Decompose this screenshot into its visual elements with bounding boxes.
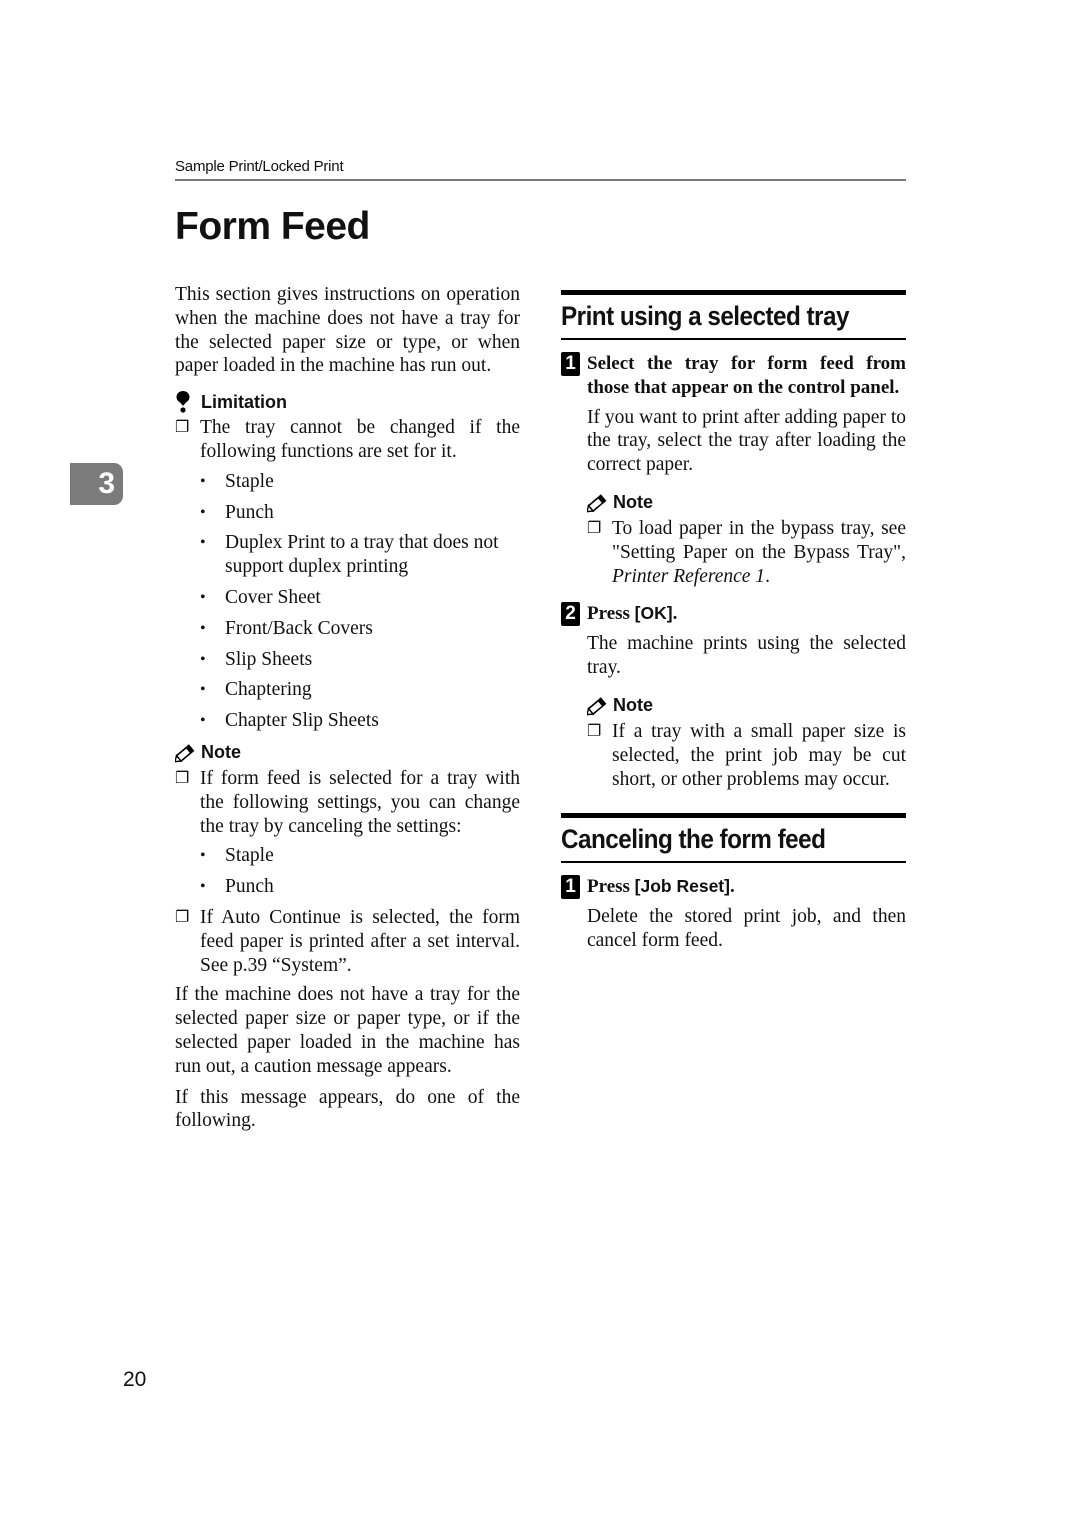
- section-heading-print-selected-tray: Print using a selected tray: [561, 290, 906, 340]
- action-paragraph: If this message appears, do one of the f…: [175, 1086, 520, 1132]
- step-body: Delete the stored print job, and then ca…: [587, 906, 906, 952]
- list-item: • Punch: [200, 876, 274, 898]
- chapter-tab: 3: [70, 463, 123, 505]
- list-item: • Front/Back Covers: [200, 617, 373, 639]
- note-item: ❐ If Auto Continue is selected, the form…: [175, 906, 520, 976]
- step-title: Press [Job Reset].: [587, 876, 735, 898]
- checkbox-bullet-icon: ❐: [175, 908, 190, 926]
- step-2-press-ok: 2 Press [OK].: [561, 602, 906, 627]
- note-heading: Note: [587, 694, 906, 718]
- header-rule: [175, 179, 906, 181]
- step-title: Press [OK].: [587, 603, 678, 625]
- list-item: • Staple: [200, 470, 274, 492]
- note-pencil-icon: [587, 694, 611, 718]
- page-title: Form Feed: [175, 205, 370, 248]
- note-item: ❐ To load paper in the bypass tray, see …: [587, 517, 906, 587]
- note-bullet-list: • Staple • Punch: [200, 844, 520, 899]
- list-item: • Punch: [200, 501, 274, 523]
- checkbox-bullet-icon: ❐: [175, 769, 190, 787]
- note-item: ❐ If a tray with a small paper size is s…: [587, 720, 906, 790]
- section-heading-cancel-form-feed: Canceling the form feed: [561, 813, 906, 864]
- checkbox-bullet-icon: ❐: [175, 419, 190, 437]
- limitation-icon: [175, 390, 199, 414]
- note-pencil-icon: [587, 491, 611, 515]
- job-reset-key-label: [Job Reset]: [634, 876, 730, 897]
- limitation-item: ❐ The tray cannot be changed if the foll…: [175, 417, 520, 462]
- limitation-heading: Limitation: [175, 390, 520, 414]
- step-1-select-tray: 1 Select the tray for form feed from tho…: [561, 352, 906, 400]
- checkbox-bullet-icon: ❐: [587, 519, 602, 537]
- note-heading: Note: [587, 491, 906, 515]
- list-item: • Staple: [200, 845, 274, 867]
- note-title: Note: [201, 742, 241, 763]
- limitation-bullet-list: • Staple • Punch • Duplex Print to a tray t…: [200, 470, 520, 733]
- note-title: Note: [613, 695, 653, 716]
- step-body: The machine prints using the selected tr…: [587, 633, 906, 679]
- step-number-badge: 2: [561, 602, 580, 627]
- step-number-badge: 1: [561, 352, 580, 376]
- note-title: Note: [613, 492, 653, 513]
- right-column: Print using a selected tray 1 Select the…: [561, 290, 906, 953]
- step-1-press-job-reset: 1 Press [Job Reset].: [561, 875, 906, 900]
- caution-paragraph: If the machine does not have a tray for …: [175, 984, 520, 1077]
- ok-key-label: [OK]: [634, 603, 673, 624]
- list-item: • Slip Sheets: [200, 648, 313, 670]
- section-title: Canceling the form feed: [561, 824, 826, 855]
- note-item: ❐ If form feed is selected for a tray wi…: [175, 767, 520, 837]
- note-pencil-icon: [175, 741, 199, 765]
- running-header: Sample Print/Locked Print: [175, 158, 344, 175]
- section-title: Print using a selected tray: [561, 301, 849, 331]
- list-item: • Chapter Slip Sheets: [200, 710, 379, 732]
- left-column: This section gives instructions on opera…: [175, 283, 520, 1133]
- intro-paragraph: This section gives instructions on opera…: [175, 284, 520, 377]
- reference-link[interactable]: Printer Reference 1: [612, 566, 765, 587]
- checkbox-bullet-icon: ❐: [587, 722, 602, 740]
- step-body: If you want to print after adding paper …: [587, 406, 906, 476]
- step-number-badge: 1: [561, 875, 580, 900]
- list-item: • Duplex Print to a tray that does not su…: [200, 532, 499, 578]
- limitation-title: Limitation: [201, 391, 287, 412]
- step-title: Select the tray for form feed from those…: [587, 353, 906, 398]
- note-heading: Note: [175, 741, 520, 765]
- list-item: • Chaptering: [200, 679, 312, 701]
- page-number: 20: [123, 1368, 147, 1391]
- list-item: • Cover Sheet: [200, 586, 321, 608]
